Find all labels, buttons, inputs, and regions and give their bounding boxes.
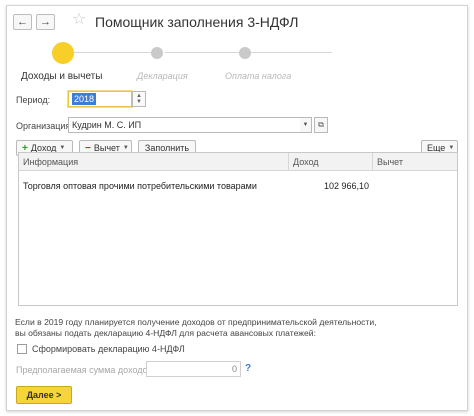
period-spinner[interactable]: ▲ ▼ xyxy=(132,91,146,107)
income-deductions-table: Информация Доход Вычет Торговля оптовая … xyxy=(18,152,458,306)
favorite-star-icon[interactable]: ☆ xyxy=(72,12,86,28)
expected-income-input[interactable]: 0 xyxy=(146,361,241,377)
chevron-down-icon: ▼ xyxy=(448,145,455,151)
step-marker xyxy=(151,47,163,59)
note-line-1: Если в 2019 году планируется получение д… xyxy=(15,317,377,327)
table-row[interactable]: Торговля оптовая прочими потребительским… xyxy=(19,178,457,194)
chevron-down-icon: ▼ xyxy=(59,145,66,151)
period-label: Период: xyxy=(16,95,51,105)
next-button[interactable]: Далее > xyxy=(16,386,72,404)
spin-down-icon: ▼ xyxy=(136,99,142,105)
organization-open-button[interactable]: ⧉ xyxy=(314,117,328,133)
help-icon[interactable]: ? xyxy=(245,363,251,374)
step-connector xyxy=(73,52,157,53)
column-header-income[interactable]: Доход xyxy=(289,153,373,171)
period-input[interactable]: 2018 xyxy=(68,91,132,107)
step-tax-payment[interactable]: Оплата налога xyxy=(225,71,291,81)
table-header: Информация Доход Вычет xyxy=(19,153,457,171)
chevron-down-icon: ▼ xyxy=(302,122,309,128)
cell-info: Торговля оптовая прочими потребительским… xyxy=(23,181,257,191)
page-title: Помощник заполнения 3-НДФЛ xyxy=(95,14,299,30)
organization-dropdown-button[interactable]: ▼ xyxy=(300,117,312,133)
organization-label: Организация: xyxy=(16,121,73,131)
step-marker xyxy=(239,47,251,59)
form-4ndfl-checkbox[interactable] xyxy=(17,344,27,354)
arrow-right-icon: → xyxy=(40,15,51,28)
column-header-deduction[interactable]: Вычет xyxy=(373,153,457,171)
step-income-deductions[interactable]: Доходы и вычеты xyxy=(21,71,102,82)
chevron-down-icon: ▼ xyxy=(122,145,129,151)
step-connector xyxy=(248,52,332,53)
arrow-left-icon: ← xyxy=(17,15,28,28)
forward-button[interactable]: → xyxy=(36,14,55,30)
expected-income-value: 0 xyxy=(231,364,237,374)
period-value: 2018 xyxy=(72,93,97,105)
organization-value: Кудрин М. С. ИП xyxy=(72,120,142,130)
back-button[interactable]: ← xyxy=(13,14,32,30)
step-active-marker xyxy=(52,42,74,64)
column-header-info[interactable]: Информация xyxy=(19,153,289,171)
form-4ndfl-label[interactable]: Сформировать декларацию 4-НДФЛ xyxy=(32,344,185,354)
step-declaration[interactable]: Декларация xyxy=(137,71,188,81)
cell-income: 102 966,10 xyxy=(323,181,369,191)
next-label: Далее > xyxy=(26,390,62,400)
assistant-window: ← → ☆ Помощник заполнения 3-НДФЛ Доходы … xyxy=(6,5,468,411)
expected-income-label: Предполагаемая сумма доходов: xyxy=(16,365,155,375)
open-link-icon: ⧉ xyxy=(318,120,324,129)
note-line-2: вы обязаны подать декларацию 4-НДФЛ для … xyxy=(15,328,316,338)
step-connector xyxy=(165,52,239,53)
organization-input[interactable]: Кудрин М. С. ИП xyxy=(68,117,305,133)
